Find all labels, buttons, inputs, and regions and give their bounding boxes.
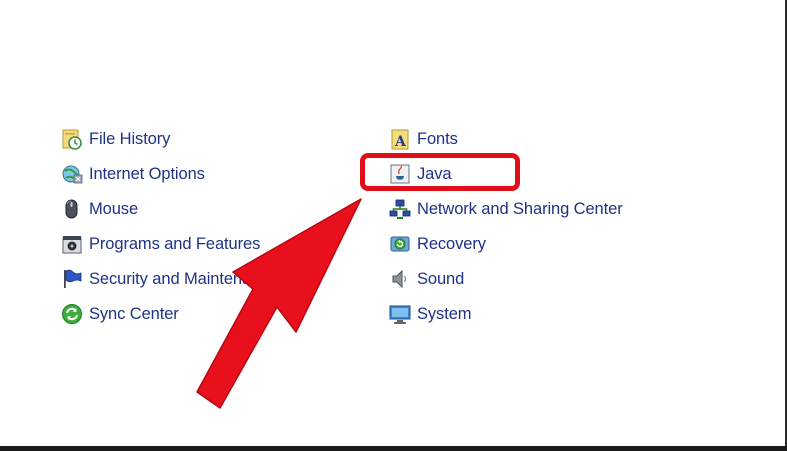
cp-item-label: Programs and Features: [89, 234, 261, 253]
cp-item-internet-options[interactable]: Internet Options: [61, 161, 205, 187]
svg-text:A: A: [394, 134, 407, 150]
java-highlight-box: [360, 153, 520, 191]
recovery-icon: [389, 233, 411, 255]
cp-item-file-history[interactable]: File History: [61, 126, 170, 152]
cp-item-fonts[interactable]: A Fonts: [389, 126, 458, 152]
cp-item-label: File History: [89, 129, 171, 148]
cp-item-label: Network and Sharing Center: [417, 199, 623, 218]
cp-item-label: Recovery: [417, 234, 486, 253]
internet-options-icon: [61, 163, 83, 185]
programs-features-icon: [61, 233, 83, 255]
fonts-icon: A: [389, 128, 411, 150]
network-icon: [389, 198, 411, 220]
cp-item-sync-center[interactable]: Sync Center: [61, 301, 179, 327]
bottom-edge-bar: [0, 446, 787, 451]
cp-item-label: System: [417, 304, 472, 323]
cp-item-security-maintenance[interactable]: Security and Maintenance: [61, 266, 277, 292]
sound-icon: [389, 268, 411, 290]
cp-item-label: Fonts: [417, 129, 458, 148]
cp-item-sound[interactable]: Sound: [389, 266, 464, 292]
cp-item-label: Mouse: [89, 199, 139, 218]
file-history-icon: [61, 128, 83, 150]
sync-center-icon: [61, 303, 83, 325]
cp-item-label: Sync Center: [89, 304, 179, 323]
cp-item-label: Security and Maintenance: [89, 269, 278, 288]
security-flag-icon: [61, 268, 83, 290]
cp-item-system[interactable]: System: [389, 301, 472, 327]
cp-item-mouse[interactable]: Mouse: [61, 196, 138, 222]
cp-item-label: Sound: [417, 269, 465, 288]
cp-item-label: Internet Options: [89, 164, 205, 183]
cp-item-network-sharing[interactable]: Network and Sharing Center: [389, 196, 623, 222]
system-icon: [389, 303, 411, 325]
screenshot-canvas: File History Internet Options Mouse Prog…: [0, 0, 787, 451]
red-arrow-annotation: [196, 198, 362, 409]
mouse-icon: [61, 198, 83, 220]
cp-item-recovery[interactable]: Recovery: [389, 231, 486, 257]
cp-item-programs-features[interactable]: Programs and Features: [61, 231, 260, 257]
